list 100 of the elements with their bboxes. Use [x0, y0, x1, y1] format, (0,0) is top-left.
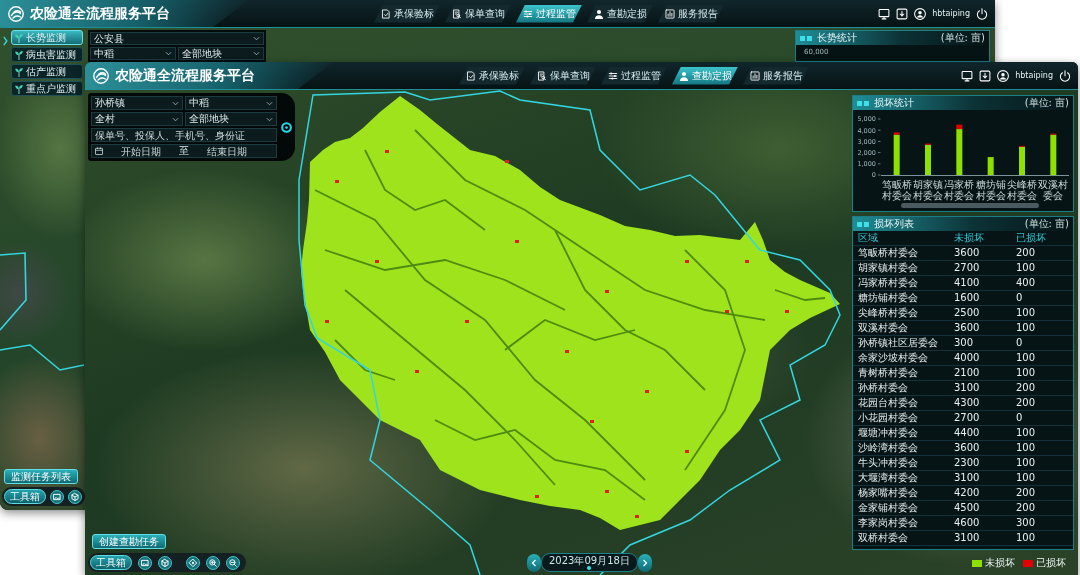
logo-icon — [93, 67, 109, 84]
plot-dropdown[interactable]: 全部地块 — [178, 47, 264, 60]
user-avatar-icon[interactable] — [997, 69, 1010, 82]
table-cell: 4400 — [949, 425, 1011, 441]
sliders-icon — [607, 70, 618, 81]
document-check-icon — [465, 70, 476, 81]
table-cell: 笃畈桥村委会 — [853, 245, 949, 261]
person-icon — [678, 70, 689, 81]
monitor-icon[interactable] — [961, 69, 974, 82]
table-cell: 2700 — [949, 260, 1011, 276]
download-icon[interactable] — [979, 69, 992, 82]
table-cell: 3600 — [949, 320, 1011, 336]
table-cell: 牛头冲村委会 — [853, 455, 949, 471]
table-cell: 200 — [1011, 500, 1073, 516]
column-header: 区域 — [853, 231, 949, 246]
sprout-icon — [14, 49, 24, 60]
zoom-slider[interactable] — [901, 203, 1039, 208]
app-title: 农险通全流程服务平台 — [30, 4, 170, 23]
table-cell: 4300 — [949, 395, 1011, 411]
table-cell: 0 — [1011, 335, 1073, 351]
user-name: hbtaiping — [1015, 71, 1053, 80]
logo-icon — [8, 5, 24, 22]
download-icon[interactable] — [896, 7, 909, 20]
sidebar-item[interactable]: 重点户监测 — [11, 81, 83, 96]
table-cell: 花园台村委会 — [853, 395, 949, 411]
date-label: 2023年09月18日 — [549, 555, 630, 566]
table-cell: 糖坊铺村委会 — [853, 290, 949, 306]
squares-icon — [857, 221, 869, 227]
cube-icon[interactable] — [68, 489, 82, 504]
table-cell: 4100 — [949, 275, 1011, 291]
monitor-icon[interactable] — [878, 7, 891, 20]
nav-tab[interactable]: 服务报告 — [743, 66, 809, 85]
chevron-right-icon[interactable] — [2, 36, 8, 46]
task-list-button[interactable]: 监测任务列表 — [4, 469, 78, 484]
power-icon[interactable] — [976, 7, 988, 20]
table-cell: 1600 — [949, 290, 1011, 306]
chevron-right-icon — [640, 558, 649, 567]
plot-dropdown[interactable]: 全部地块 — [185, 112, 277, 126]
person-icon — [593, 8, 604, 19]
table-cell: 2300 — [949, 455, 1011, 471]
table-cell: 双溪村委会 — [853, 320, 949, 336]
table-cell: 青树桥村委会 — [853, 365, 949, 381]
table-cell: 100 — [1011, 305, 1073, 321]
toolbox-button[interactable]: 工具箱 — [4, 489, 46, 504]
town-dropdown[interactable]: 孙桥镇 — [91, 96, 183, 110]
sidebar-item[interactable]: 病虫害监测 — [11, 47, 83, 62]
crop-dropdown[interactable]: 中稻 — [185, 96, 277, 110]
date-range-picker[interactable]: 开始日期 至 结束日期 — [91, 144, 277, 158]
village-dropdown[interactable]: 全村 — [91, 112, 183, 126]
user-avatar-icon[interactable] — [914, 7, 927, 20]
nav-tab[interactable]: 服务报告 — [658, 4, 724, 23]
table-cell: 尖峰桥村委会 — [853, 305, 949, 321]
table-cell: 0 — [1011, 290, 1073, 306]
nav-tab[interactable]: 承保验标 — [459, 66, 525, 85]
indicator-dot-icon — [587, 566, 592, 570]
sprout-icon — [14, 32, 24, 43]
bar-chart-icon — [749, 70, 760, 81]
nav-tab[interactable]: 保单查询 — [445, 4, 511, 23]
toggle-ring-icon[interactable] — [280, 121, 292, 133]
nav-tab[interactable]: 承保验标 — [374, 4, 440, 23]
zoom-in-icon[interactable] — [206, 555, 220, 570]
sprout-icon — [14, 66, 24, 77]
picture-icon[interactable] — [138, 555, 152, 570]
table-cell: 100 — [1011, 470, 1073, 486]
picture-icon[interactable] — [50, 489, 64, 504]
diamond-icon[interactable] — [186, 555, 200, 570]
axis-label: 胡家镇村委会 — [912, 179, 944, 201]
table-cell: 杨家嘴村委会 — [853, 485, 949, 501]
start-date-field[interactable]: 开始日期 — [109, 145, 173, 157]
cube-icon[interactable] — [158, 555, 172, 570]
app-title: 农险通全流程服务平台 — [115, 66, 255, 85]
user-name: hbtaiping — [932, 9, 970, 18]
legend-label: 已损坏 — [1036, 556, 1066, 570]
table-cell: 300 — [949, 335, 1011, 351]
table-cell: 3100 — [949, 530, 1011, 546]
nav-tab[interactable]: 查勘定损 — [587, 4, 653, 23]
column-header: 已损坏 — [1011, 231, 1073, 246]
crop-dropdown[interactable]: 中稻 — [90, 47, 176, 60]
chevron-down-icon — [165, 50, 172, 57]
toolbox-button[interactable]: 工具箱 — [90, 555, 132, 570]
sidebar-item[interactable]: 估产监测 — [11, 64, 83, 79]
zoom-out-icon[interactable] — [226, 555, 240, 570]
table-cell: 400 — [1011, 275, 1073, 291]
power-icon[interactable] — [1059, 69, 1071, 82]
date-separator: 至 — [179, 144, 189, 158]
table-cell: 4600 — [949, 515, 1011, 531]
table-cell: 100 — [1011, 365, 1073, 381]
create-task-button[interactable]: 创建查勘任务 — [92, 534, 166, 549]
table-cell: 冯家桥村委会 — [853, 275, 949, 291]
search-field[interactable]: 保单号、投保人、手机号、身份证 — [91, 128, 277, 142]
legend-label: 未损坏 — [985, 556, 1015, 570]
table-cell: 4200 — [949, 485, 1011, 501]
county-dropdown[interactable]: 公安县 — [90, 32, 264, 45]
next-button[interactable] — [637, 553, 652, 572]
previous-button[interactable] — [527, 553, 541, 572]
end-date-field[interactable]: 结束日期 — [195, 145, 259, 157]
table-cell: 2500 — [949, 305, 1011, 321]
nav-tab[interactable]: 过程监管 — [601, 66, 667, 85]
nav-tab[interactable]: 保单查询 — [530, 66, 596, 85]
table-cell: 100 — [1011, 530, 1073, 546]
